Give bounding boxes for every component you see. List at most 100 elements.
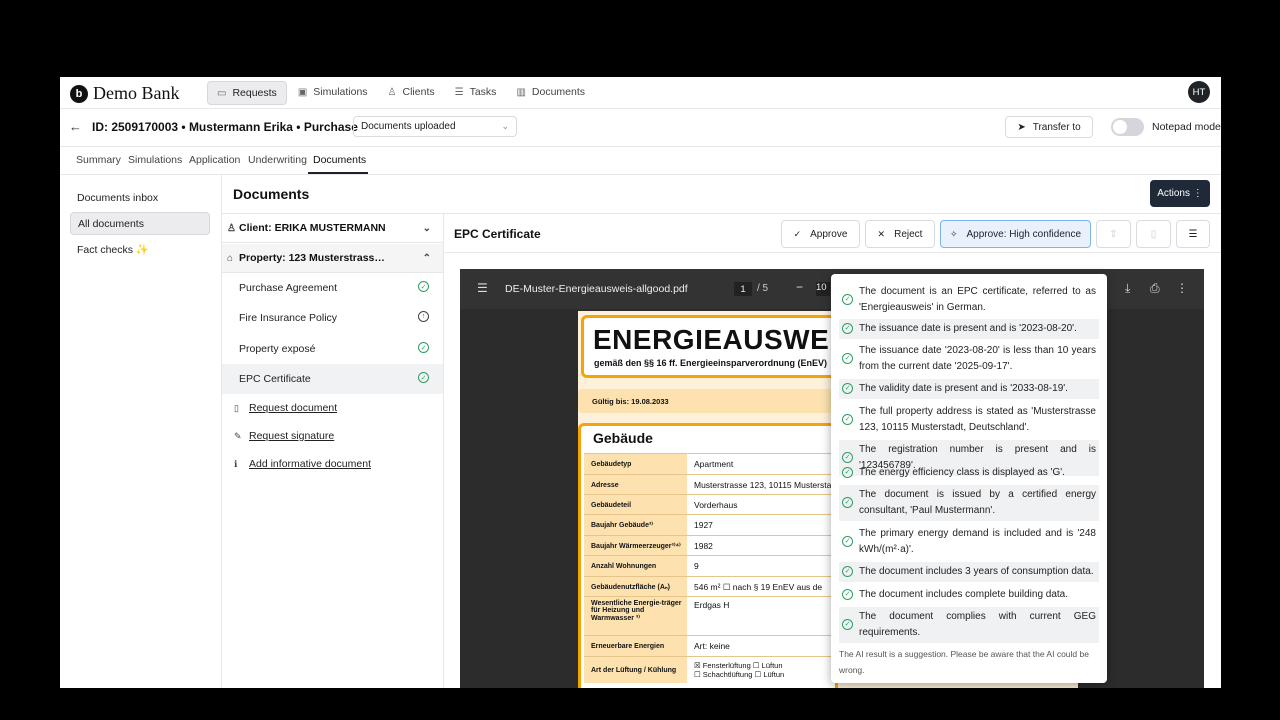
nav-tab-label: Requests xyxy=(232,87,277,99)
sidebar-item-documents-inbox[interactable]: Documents inbox xyxy=(70,186,210,209)
bank-logo-icon: b xyxy=(70,84,88,103)
document-item-property-expose[interactable]: Property exposé ✓ xyxy=(222,334,443,364)
info-icon: ℹ xyxy=(234,459,238,469)
pen-icon: ✎ xyxy=(234,431,242,441)
request-signature-link[interactable]: ✎ Request signature xyxy=(234,430,334,442)
status-value: Documents uploaded xyxy=(361,121,456,132)
cert-row-key: Gebäudetyp xyxy=(584,454,687,474)
nav-tab-clients[interactable]: ♙ Clients xyxy=(379,81,444,103)
actions-button[interactable]: Actions ⋮ xyxy=(1150,180,1210,207)
subtab-underwriting[interactable]: Underwriting xyxy=(248,154,307,166)
cert-row-value: 9 xyxy=(694,561,699,571)
nav-tab-tasks[interactable]: ☰ Tasks xyxy=(446,81,506,103)
client-group-header[interactable]: ♙ Client: ERIKA MUSTERMANN ⌄ xyxy=(222,214,443,243)
file-icon: ▯ xyxy=(234,403,239,413)
certificate-validity: Gültig bis: 19.08.2033 xyxy=(578,389,838,413)
cert-row: Wesentliche Energie-träger für Heizung u… xyxy=(584,596,835,635)
nav-tab-requests[interactable]: ▭ Requests xyxy=(207,81,287,105)
approve-button[interactable]: ✓ Approve xyxy=(781,220,860,248)
nav-tab-label: Clients xyxy=(402,86,435,98)
user-avatar[interactable]: HT xyxy=(1188,81,1210,103)
fact-check-item: ✓ The issuance date is present and is '20… xyxy=(839,319,1099,339)
check-circle-icon: ✓ xyxy=(842,353,853,364)
fact-check-text: The issuance date is present and is '202… xyxy=(859,323,1077,334)
fact-check-item: ✓ The document is issued by a certified e… xyxy=(839,485,1099,521)
approved-check-icon: ✓ xyxy=(418,281,429,292)
request-document-link[interactable]: ▯ Request document xyxy=(234,402,337,414)
reject-button[interactable]: ✕ Reject xyxy=(865,220,935,248)
brand-logo[interactable]: b Demo Bank xyxy=(70,83,179,104)
check-circle-icon: ✓ xyxy=(842,497,853,508)
link-label: Request document xyxy=(249,402,338,414)
check-circle-icon: ✓ xyxy=(842,467,853,478)
fact-check-text: The document complies with current GEG r… xyxy=(859,611,1096,638)
request-header: ← ID: 2509170003 • Mustermann Erika • Pu… xyxy=(60,109,1221,147)
check-icon: ✓ xyxy=(793,228,802,239)
document-item-purchase-agreement[interactable]: Purchase Agreement ✓ xyxy=(222,273,443,303)
checklist-button[interactable]: ☰ xyxy=(1176,220,1210,248)
fact-check-item: ✓ The document includes 3 years of consum… xyxy=(839,562,1099,582)
check-circle-icon: ✓ xyxy=(842,414,853,425)
subtab-application[interactable]: Application xyxy=(189,154,240,166)
delete-button[interactable]: ▯ xyxy=(1136,220,1171,248)
zoom-input[interactable]: 10 xyxy=(816,282,830,296)
document-item-epc-certificate[interactable]: EPC Certificate ✓ xyxy=(222,364,443,394)
cert-row: Baujahr Gebäude³⁾ 1927 xyxy=(584,514,835,535)
notepad-label: Notepad mode xyxy=(1152,121,1221,133)
document-label: EPC Certificate xyxy=(239,373,311,385)
building-section-title: Gebäude xyxy=(593,430,653,446)
check-circle-icon: ✓ xyxy=(842,589,853,600)
status-dropdown[interactable]: Documents uploaded ⌄ xyxy=(353,116,517,137)
fact-check-item: ✓ The issuance date '2023-08-20' is less … xyxy=(839,341,1099,377)
zoom-out-icon[interactable]: − xyxy=(796,280,803,294)
print-icon[interactable]: ⎙ xyxy=(1150,281,1160,296)
cert-row: Gebäudenutzfläche (Aₙ) 546 m² ☐ nach § 19… xyxy=(584,576,835,597)
trash-icon: ▯ xyxy=(1150,228,1157,240)
cert-row-key: Art der Lüftung / Kühlung xyxy=(584,657,687,683)
certificate-title: ENERGIEAUSWEISfü xyxy=(593,324,866,356)
chevron-down-icon: ⌄ xyxy=(501,121,509,131)
document-label: Property exposé xyxy=(239,343,316,355)
approved-check-icon: ✓ xyxy=(418,342,429,353)
document-list: ♙ Client: ERIKA MUSTERMANN ⌄ ⌂ Property:… xyxy=(222,213,444,688)
cert-row-value: 1927 xyxy=(694,520,713,530)
approved-check-icon: ✓ xyxy=(418,372,429,383)
more-vertical-icon[interactable]: ⋮ xyxy=(1176,281,1188,295)
add-informative-document-link[interactable]: ℹ Add informative document xyxy=(234,458,371,470)
transfer-button[interactable]: ➤ Transfer to xyxy=(1005,116,1093,138)
nav-tab-label: Simulations xyxy=(313,86,368,98)
notepad-toggle[interactable] xyxy=(1111,118,1144,136)
back-arrow-icon[interactable]: ← xyxy=(69,119,82,134)
approve-high-confidence-button[interactable]: ✧ Approve: High confidence xyxy=(940,220,1091,248)
page-number-input[interactable]: 1 xyxy=(734,282,752,296)
cert-row: Gebäudeteil Vorderhaus xyxy=(584,494,835,515)
upload-button[interactable]: ⇪ xyxy=(1096,220,1131,248)
document-label: Purchase Agreement xyxy=(239,282,338,294)
menu-icon[interactable]: ☰ xyxy=(477,281,488,295)
nav-tab-documents[interactable]: ▥ Documents xyxy=(507,81,594,103)
subtab-summary[interactable]: Summary xyxy=(76,154,121,166)
nav-tab-simulations[interactable]: ▣ Simulations xyxy=(289,81,377,103)
list-icon: ☰ xyxy=(454,86,464,98)
active-tab-indicator xyxy=(308,172,368,174)
checklist-icon: ☰ xyxy=(1188,228,1198,240)
subtab-documents[interactable]: Documents xyxy=(313,154,366,166)
cert-row-value: Erdgas H xyxy=(694,600,730,610)
document-item-fire-insurance[interactable]: Fire Insurance Policy ↑ xyxy=(222,303,443,333)
main-tabs: ▭ Requests ▣ Simulations ♙ Clients ☰ Tasks ▥… xyxy=(207,81,596,105)
subtab-simulations[interactable]: Simulations xyxy=(128,154,182,166)
sidebar-item-all-documents[interactable]: All documents xyxy=(70,212,210,235)
sidebar-item-fact-checks[interactable]: Fact checks ✨ xyxy=(70,238,210,261)
cert-row-key: Wesentliche Energie-träger für Heizung u… xyxy=(584,597,687,635)
cert-row: Baujahr Wärmeerzeuger³⁾⁴⁾ 1982 xyxy=(584,535,835,556)
download-icon[interactable]: ⤓ xyxy=(1125,281,1130,296)
link-label: Add informative document xyxy=(249,458,371,470)
fact-check-text: The issuance date '2023-08-20' is less t… xyxy=(859,345,1096,372)
nav-tab-label: Tasks xyxy=(469,86,497,98)
property-group-header[interactable]: ⌂ Property: 123 Musterstrass… ⌃ xyxy=(222,244,443,273)
ai-disclaimer: The AI result is a suggestion. Please be… xyxy=(839,649,1089,675)
cert-row-value: 1982 xyxy=(694,541,713,551)
fact-check-text: The document includes complete building … xyxy=(859,589,1069,600)
upload-arrow-icon: ↑ xyxy=(418,311,429,322)
request-title: ID: 2509170003 • Mustermann Erika • Purc… xyxy=(92,120,358,134)
